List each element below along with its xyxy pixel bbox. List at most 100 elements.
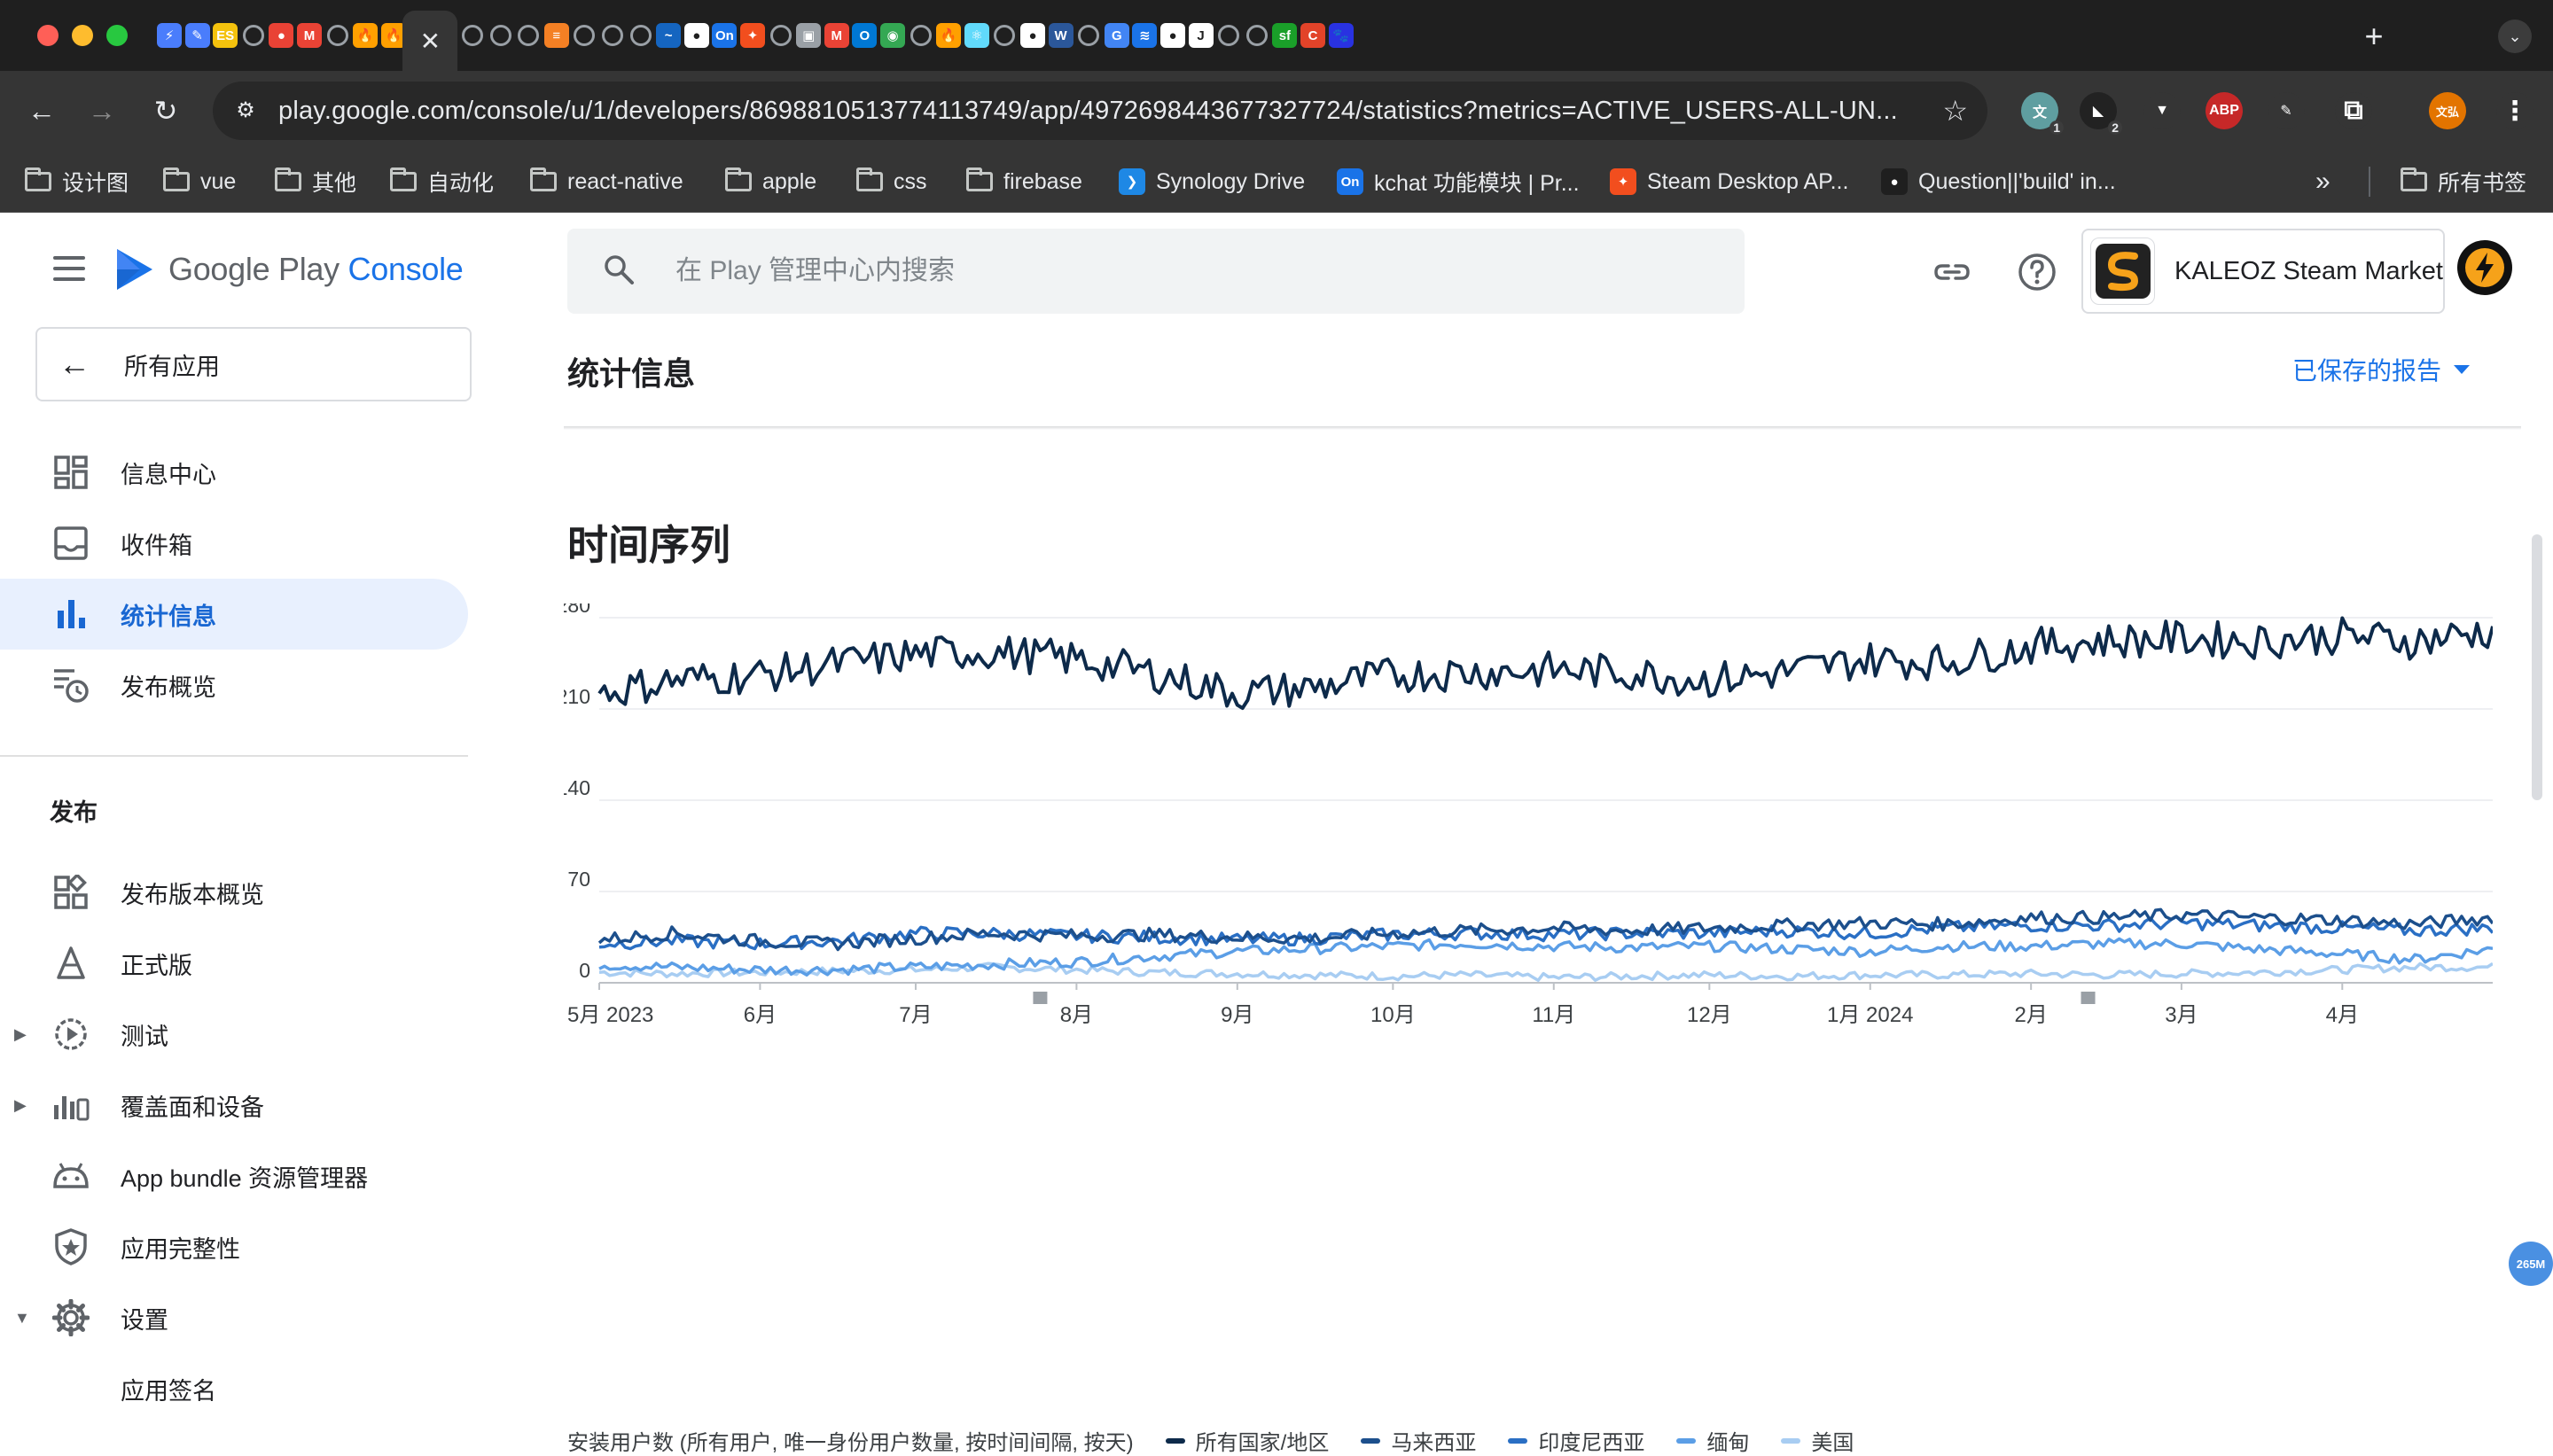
bookmark-item[interactable]: react-native [530,163,683,200]
expand-arrow-icon[interactable]: ▶ [14,1096,27,1115]
reload-button[interactable]: ↻ [145,90,186,131]
nav-item-dashboard[interactable]: 信息中心 [0,437,468,508]
bookmark-item[interactable]: On kchat 功能模块 | Pr... [1337,163,1580,200]
vue-devtools-ext-label: ▼ [2155,103,2169,118]
nav-divider [0,755,468,757]
bookmarks-overflow-button[interactable]: » [2315,163,2330,200]
menu-icon[interactable] [53,256,85,281]
close-tab-icon: ✕ [419,27,441,55]
browser-tab[interactable]: 🐾 [1323,11,1360,60]
nav-item-reach-devices[interactable]: ▶ 覆盖面和设备 [0,1070,468,1141]
release-marker[interactable] [1033,992,1048,1004]
bookmark-item[interactable]: vue [163,163,236,200]
globe-icon [910,25,932,46]
globe-icon [1245,25,1268,46]
nav-item-statistics[interactable]: 统计信息 [0,579,468,650]
nav-item-app-bundle-explorer[interactable]: App bundle 资源管理器 [0,1141,468,1211]
globe-icon [769,25,792,46]
publish-clock-icon [51,666,90,705]
release-marker[interactable] [2081,992,2096,1004]
site-info-icon[interactable]: ⚙ [229,94,262,128]
bookmark-label: 其他 [312,171,357,196]
console-search[interactable] [567,229,1745,314]
bookmark-label: 设计图 [62,171,129,196]
bookmark-label: react-native [567,168,683,194]
play-console-logo[interactable]: Google Play Console [113,245,464,293]
series-line[interactable] [597,616,2493,711]
profile-avatar[interactable]: 文弘 [2429,92,2466,129]
nav-item-app-integrity[interactable]: 应用完整性 [0,1211,468,1282]
metamask-ext-label: ◣ [2092,104,2104,119]
adblock-ext[interactable]: ABP [2206,92,2243,129]
all-apps-button[interactable]: ← 所有应用 [35,327,472,401]
search-input[interactable] [675,250,1695,292]
lightning-avatar-icon [2465,248,2504,287]
metamask-ext[interactable]: ◣ 2 [2080,92,2122,135]
sidebar: Google Play Console ← 所有应用 信息中心 收件箱 统计信息 [0,214,479,1443]
legend-item[interactable]: 美国 [1781,1425,1854,1456]
series-line[interactable] [598,937,2493,977]
saved-reports-dropdown[interactable]: 已保存的报告 [2292,352,2471,387]
bookmark-item[interactable]: 自动化 [390,163,494,200]
bookmark-star-icon[interactable]: ☆ [1942,94,1968,128]
expand-arrow-icon[interactable]: ▶ [14,1025,27,1044]
link-icon[interactable] [1931,251,1973,293]
shield-star-icon [51,1227,90,1266]
window-close-button[interactable] [37,25,59,46]
more-menu[interactable]: ⋮ [2496,92,2533,129]
help-icon[interactable] [2016,251,2058,293]
nav-item-testing[interactable]: ▶ 测试 [0,999,468,1070]
bookmark-item[interactable]: apple [725,163,816,200]
collapse-arrow-icon[interactable]: ▼ [14,1309,30,1328]
bookmark-item[interactable]: firebase [966,163,1082,200]
nav-item-release-overview[interactable]: 发布版本概览 [0,857,468,928]
browser-tab[interactable]: ✕ [402,11,458,71]
reach-devices-icon [51,1086,90,1125]
user-avatar[interactable] [2457,240,2512,295]
nav-item-app-signing[interactable]: 应用签名 [0,1353,468,1424]
translate-ext[interactable]: 文1 [2021,92,2064,135]
bookmark-item[interactable]: ❯ Synology Drive [1119,163,1305,200]
legend-series-list: 所有国家/地区 马来西亚 印度尼西亚 缅甸 美国 [1165,1425,1854,1456]
puzzle-ext[interactable]: ⧉ [2335,92,2372,129]
folder-icon [275,167,301,191]
legend-item[interactable]: 印度尼西亚 [1508,1425,1644,1456]
nav-item-publishing-overview[interactable]: 发布概览 [0,650,468,720]
window-maximize-button[interactable] [106,25,128,46]
legend-item[interactable]: 马来西亚 [1361,1425,1476,1456]
forward-button[interactable]: → [82,90,122,131]
legend-item[interactable]: 缅甸 [1676,1425,1749,1456]
gear-icon [51,1298,90,1337]
x-tick-label: 7月 [899,1003,932,1027]
x-tick-label: 10月 [1370,1003,1416,1027]
bookmark-item[interactable]: 设计图 [25,163,129,200]
legend-item[interactable]: 所有国家/地区 [1165,1425,1329,1456]
nav-item-production[interactable]: 正式版 [0,928,468,999]
pen-ext[interactable]: ✎ [2268,92,2305,129]
bookmark-label: Synology Drive [1156,168,1306,194]
android-icon [51,1156,90,1195]
nav-item-inbox[interactable]: 收件箱 [0,508,468,579]
vue-devtools-ext[interactable]: ▼ [2143,92,2181,129]
page-scrollbar[interactable] [2532,534,2542,800]
github-icon: ● [1881,168,1908,195]
window-minimize-button[interactable] [72,25,93,46]
y-tick-label: 140 [564,776,590,799]
nav-item-setup[interactable]: ▼ 设置 [0,1282,468,1353]
all-bookmarks-button[interactable]: 所有书签 [2401,163,2526,200]
app-switcher-chip[interactable]: KALEOZ Steam Market [2081,229,2445,314]
production-cone-icon [51,944,90,983]
bookmark-item[interactable]: css [856,163,927,200]
time-series-chart[interactable]: 280 210 140 70 0 5月 2023 6月 7月 8月 9月 10月 11月 12月 1月 … [564,603,2493,1437]
url-text[interactable]: play.google.com/console/u/1/developers/8… [278,97,1898,126]
address-bar[interactable]: ⚙ play.google.com/console/u/1/developers… [213,82,1987,140]
bookmark-item[interactable]: ✦ Steam Desktop AP... [1610,163,1848,200]
tab-search-button[interactable]: ⌄ [2498,19,2532,53]
bookmark-item[interactable]: ● Question||'build' in... [1881,163,2116,200]
nav-label: 统计信息 [121,603,216,630]
back-button[interactable]: ← [21,90,62,131]
bookmark-item[interactable]: 其他 [275,163,356,200]
new-tab-button[interactable]: + [2356,18,2392,55]
folder-icon [725,167,752,191]
nav-label: 发布版本概览 [121,881,264,908]
